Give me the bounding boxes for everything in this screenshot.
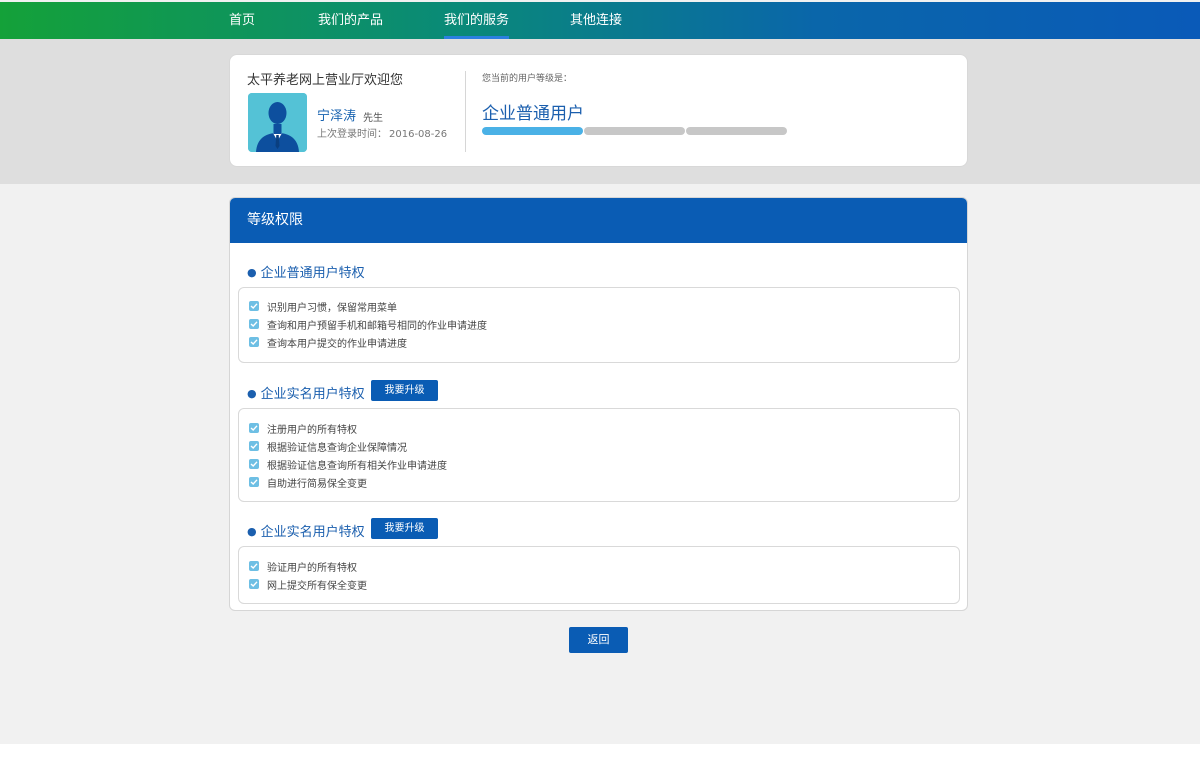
top-nav-bar: 首页 我们的产品 我们的服务 其他连接 xyxy=(0,2,1200,39)
nav-item-home[interactable]: 首页 xyxy=(229,2,255,39)
privilege-list-basic: 识别用户习惯，保留常用菜单 查询和用户预留手机和邮箱号相同的作业申请进度 查询本… xyxy=(238,287,960,363)
level-progress-segment xyxy=(584,127,685,135)
section-title-text: 企业实名用户特权 xyxy=(260,387,365,402)
section-title-verified: ● 企业实名用户特权 xyxy=(247,521,365,540)
avatar xyxy=(248,93,307,152)
checkbox-icon xyxy=(249,579,259,589)
privilege-item: 网上提交所有保全变更 xyxy=(249,577,367,592)
privilege-text: 查询本用户提交的作业申请进度 xyxy=(267,338,407,350)
checkbox-icon xyxy=(249,459,259,469)
checkbox-icon xyxy=(249,477,259,487)
upgrade-button[interactable]: 我要升级 xyxy=(371,380,438,401)
welcome-text: 太平养老网上营业厅欢迎您 xyxy=(247,73,404,88)
user-level-label: 您当前的用户等级是： xyxy=(482,74,573,84)
privilege-text: 自助进行简易保全变更 xyxy=(267,478,367,490)
bullet-dot-icon: ● xyxy=(247,387,257,400)
privilege-text: 根据验证信息查询企业保障情况 xyxy=(267,442,407,454)
privilege-list-verified: 验证用户的所有特权 网上提交所有保全变更 xyxy=(238,546,960,604)
privilege-item: 查询本用户提交的作业申请进度 xyxy=(249,335,407,350)
back-button[interactable]: 返回 xyxy=(569,627,628,653)
privilege-item: 根据验证信息查询所有相关作业申请进度 xyxy=(249,457,447,472)
privileges-title: 等级权限 xyxy=(230,198,967,243)
username-link[interactable]: 宁泽涛 xyxy=(317,105,356,124)
honorific: 先生 xyxy=(363,113,383,124)
privilege-text: 识别用户习惯，保留常用菜单 xyxy=(267,302,397,314)
checkbox-icon xyxy=(249,423,259,433)
privileges-panel: 等级权限 ● 企业普通用户特权 识别用户习惯，保留常用菜单 查询和用户预留手机和邮… xyxy=(229,197,968,611)
nav-item-services[interactable]: 我们的服务 xyxy=(444,2,510,39)
level-progress-segment xyxy=(482,127,583,135)
checkbox-icon xyxy=(249,319,259,329)
level-progress-bar xyxy=(482,127,788,136)
privilege-item: 查询和用户预留手机和邮箱号相同的作业申请进度 xyxy=(249,317,487,332)
section-title-basic: ● 企业普通用户特权 xyxy=(247,262,365,281)
upgrade-button[interactable]: 我要升级 xyxy=(371,518,438,539)
section-title-realname: ● 企业实名用户特权 xyxy=(247,383,365,402)
privilege-item: 根据验证信息查询企业保障情况 xyxy=(249,439,407,454)
level-progress-segment xyxy=(686,127,787,135)
nav-item-products[interactable]: 我们的产品 xyxy=(318,2,383,39)
privilege-item: 识别用户习惯，保留常用菜单 xyxy=(249,299,397,314)
bullet-dot-icon: ● xyxy=(247,525,257,538)
section-title-text: 企业实名用户特权 xyxy=(260,525,365,540)
checkbox-icon xyxy=(249,337,259,347)
last-login: 上次登录时间： 2016-08-26 xyxy=(317,125,449,140)
divider xyxy=(465,71,466,152)
privilege-list-realname: 注册用户的所有特权 根据验证信息查询企业保障情况 根据验证信息查询所有相关作业申… xyxy=(238,408,960,502)
privilege-item: 自助进行简易保全变更 xyxy=(249,475,367,490)
privilege-text: 验证用户的所有特权 xyxy=(267,562,357,574)
user-avatar-icon xyxy=(248,93,307,152)
last-login-label: 上次登录时间： xyxy=(317,129,387,140)
checkbox-icon xyxy=(249,561,259,571)
section-title-text: 企业普通用户特权 xyxy=(260,266,365,281)
privilege-item: 验证用户的所有特权 xyxy=(249,559,357,574)
privilege-text: 注册用户的所有特权 xyxy=(267,424,357,436)
user-level-name: 企业普通用户 xyxy=(482,104,584,124)
privilege-item: 注册用户的所有特权 xyxy=(249,421,357,436)
privilege-text: 查询和用户预留手机和邮箱号相同的作业申请进度 xyxy=(267,320,487,332)
bullet-dot-icon: ● xyxy=(247,266,257,279)
last-login-date: 2016-08-26 xyxy=(389,129,448,140)
checkbox-icon xyxy=(249,441,259,451)
privilege-text: 根据验证信息查询所有相关作业申请进度 xyxy=(267,460,447,472)
checkbox-icon xyxy=(249,301,259,311)
privilege-text: 网上提交所有保全变更 xyxy=(267,580,367,592)
user-info-card: 太平养老网上营业厅欢迎您 宁泽涛 先生 上次登录时间： 2016-08-26 您当… xyxy=(229,54,968,167)
nav-item-other-links[interactable]: 其他连接 xyxy=(570,2,622,39)
